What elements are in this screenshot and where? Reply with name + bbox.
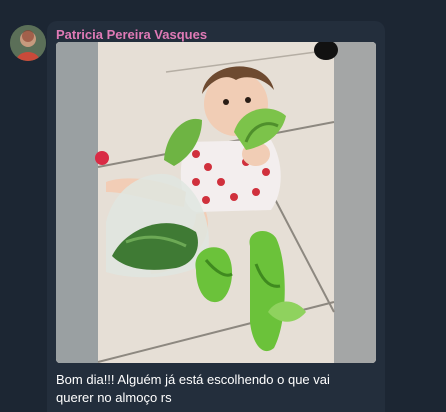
- photo-image: [56, 42, 376, 363]
- chat-area: Patricia Pereira Vasques Bom dia!!! Algu…: [0, 0, 446, 412]
- caption-line-1: Bom dia!!! Alguém já está escolhendo o q…: [56, 372, 330, 387]
- sender-name[interactable]: Patricia Pereira Vasques: [56, 27, 207, 42]
- caption-line-2: querer no almoço rs: [56, 390, 172, 405]
- avatar-photo: [10, 25, 46, 61]
- message-photo[interactable]: [56, 42, 376, 363]
- sender-avatar[interactable]: [10, 25, 46, 61]
- reaction-bar: [56, 408, 166, 412]
- message-caption: Bom dia!!! Alguém já está escolhendo o q…: [56, 371, 376, 407]
